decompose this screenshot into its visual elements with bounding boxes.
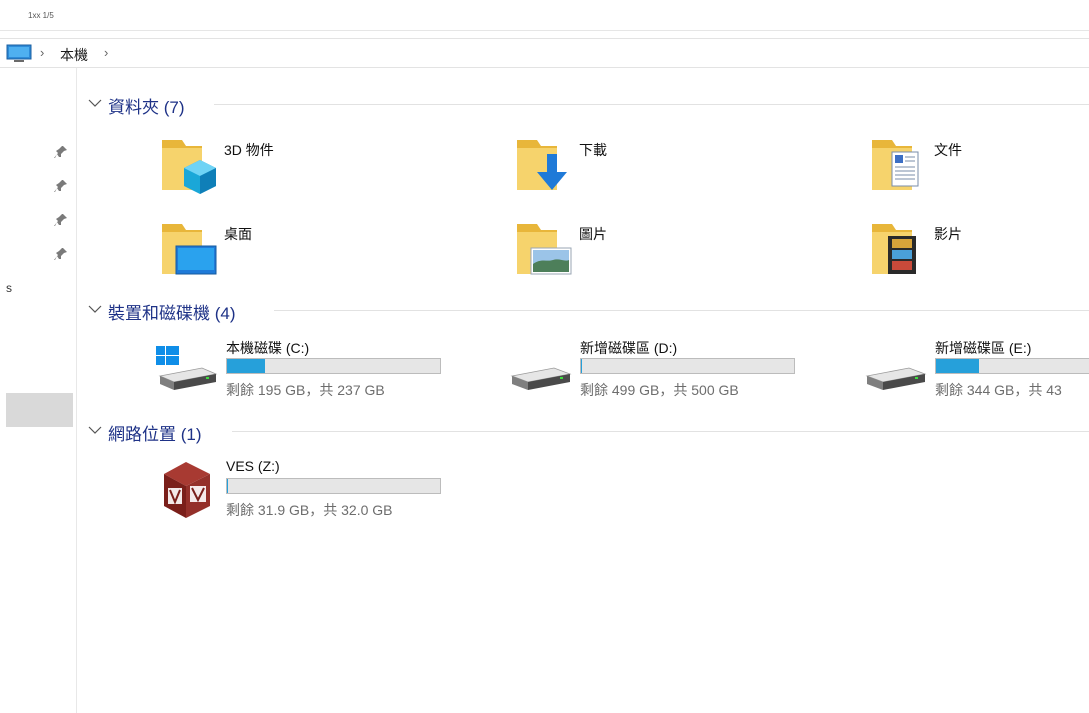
- hard-drive-icon: [510, 367, 572, 390]
- folder-downloads[interactable]: 下載: [515, 134, 795, 194]
- pin-icon[interactable]: [54, 247, 68, 261]
- downloads-folder-icon: [517, 140, 567, 190]
- group-title: 網路位置 (1): [108, 425, 202, 444]
- nav-item-selected[interactable]: [6, 393, 73, 427]
- drive-name: 本機磁碟 (C:): [226, 340, 310, 356]
- hard-drive-icon: [865, 367, 927, 390]
- group-title: 資料夾 (7): [108, 98, 185, 117]
- chevron-down-icon[interactable]: [88, 304, 102, 314]
- folder-documents[interactable]: 文件: [870, 134, 1089, 194]
- drive-usage-bar: [580, 358, 795, 374]
- group-header-network[interactable]: 網路位置 (1): [86, 418, 1089, 444]
- folder-label: 桌面: [224, 226, 252, 242]
- documents-folder-icon: [872, 140, 919, 190]
- folder-label: 下載: [579, 142, 607, 158]
- nav-item-label[interactable]: s: [6, 281, 12, 295]
- title-bar: 1xx 1/5: [0, 0, 1089, 31]
- drive-usage-bar: [935, 358, 1089, 374]
- windows-drive-icon: [156, 346, 218, 390]
- this-pc-icon: [6, 44, 32, 62]
- drive-tile[interactable]: 新增磁碟區 (D:) 剩餘 499 GB，共 500 GB: [510, 338, 810, 400]
- videos-folder-icon: [872, 224, 916, 274]
- folder-desktop[interactable]: 桌面: [160, 218, 440, 278]
- folder-3d-objects[interactable]: 3D 物件: [160, 134, 440, 194]
- drive-usage-fill: [936, 359, 979, 373]
- drive-usage-bar: [226, 358, 441, 374]
- drive-free-space: 剩餘 195 GB，共 237 GB: [226, 382, 385, 398]
- drive-tile[interactable]: 本機磁碟 (C:) 剩餘 195 GB，共 237 GB: [156, 338, 456, 400]
- drive-free-space: 剩餘 499 GB，共 500 GB: [580, 382, 739, 398]
- folder-label: 圖片: [579, 226, 607, 242]
- pin-icon[interactable]: [54, 145, 68, 159]
- chevron-down-icon[interactable]: [88, 98, 102, 108]
- virtualbox-share-icon: [164, 462, 210, 518]
- drive-usage-bar: [226, 478, 441, 494]
- folder-label: 3D 物件: [224, 142, 274, 158]
- chevron-down-icon[interactable]: [88, 425, 102, 435]
- breadcrumb-this-pc[interactable]: 本機: [60, 45, 88, 65]
- folder-videos[interactable]: 影片: [870, 218, 1089, 278]
- divider: [274, 310, 1089, 311]
- drive-name: 新增磁碟區 (D:): [580, 340, 678, 356]
- 3d-objects-folder-icon: [162, 140, 216, 194]
- drive-usage-fill: [227, 479, 228, 493]
- drive-free-space: 剩餘 344 GB，共 43: [935, 382, 1062, 398]
- folder-label: 影片: [934, 226, 962, 242]
- divider: [214, 104, 1089, 105]
- drive-name: VES (Z:): [226, 458, 280, 474]
- folder-label: 文件: [934, 142, 962, 158]
- desktop-folder-icon: [162, 224, 217, 275]
- folder-pictures[interactable]: 圖片: [515, 218, 795, 278]
- group-header-drives[interactable]: 裝置和磁碟機 (4): [86, 297, 1089, 323]
- window-title: 1xx 1/5: [28, 11, 54, 20]
- address-bar[interactable]: › 本機 ›: [0, 38, 1089, 68]
- drive-name: 新增磁碟區 (E:): [935, 340, 1032, 356]
- group-title: 裝置和磁碟機 (4): [108, 304, 236, 323]
- breadcrumb-chevron-icon[interactable]: ›: [104, 45, 108, 60]
- navigation-pane: s: [0, 68, 77, 713]
- pin-icon[interactable]: [54, 213, 68, 227]
- drive-usage-fill: [227, 359, 265, 373]
- pictures-folder-icon: [517, 224, 572, 275]
- pin-icon[interactable]: [54, 179, 68, 193]
- drive-tile[interactable]: 新增磁碟區 (E:) 剩餘 344 GB，共 43: [865, 338, 1089, 400]
- drive-free-space: 剩餘 31.9 GB，共 32.0 GB: [226, 502, 393, 518]
- divider: [232, 431, 1089, 432]
- breadcrumb-separator-icon[interactable]: ›: [40, 45, 44, 60]
- network-drive-tile[interactable]: VES (Z:) 剩餘 31.9 GB，共 32.0 GB: [156, 458, 456, 520]
- group-header-folders[interactable]: 資料夾 (7): [86, 91, 1089, 117]
